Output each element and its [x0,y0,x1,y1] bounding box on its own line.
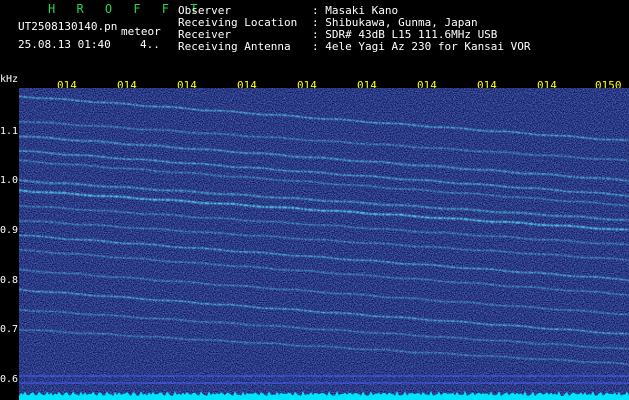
y-tick-label: 0.8 [0,275,19,286]
y-tick-label: 1.1 [0,126,19,137]
antenna-value: : 4ele Yagi Az 230 for Kansai VOR [312,40,531,53]
y-axis-unit: kHz [0,74,19,85]
date-time: 25.08.13 01:40 [18,38,111,51]
meteor-label: meteor [121,25,161,38]
y-tick-label: 0.6 [0,374,19,385]
header-panel: H R O F F T UT2508130140.pn meteor 25.08… [0,0,629,80]
y-tick-label: 0.7 [0,324,19,335]
meteor-count: 4.. [140,38,160,51]
y-tick-label: 1.0 [0,175,19,186]
spectrogram-plot [19,88,629,400]
antenna-label: Receiving Antenna [178,40,291,53]
y-tick-label: 0.9 [0,225,19,236]
file-name: UT2508130140.pn [18,20,118,33]
